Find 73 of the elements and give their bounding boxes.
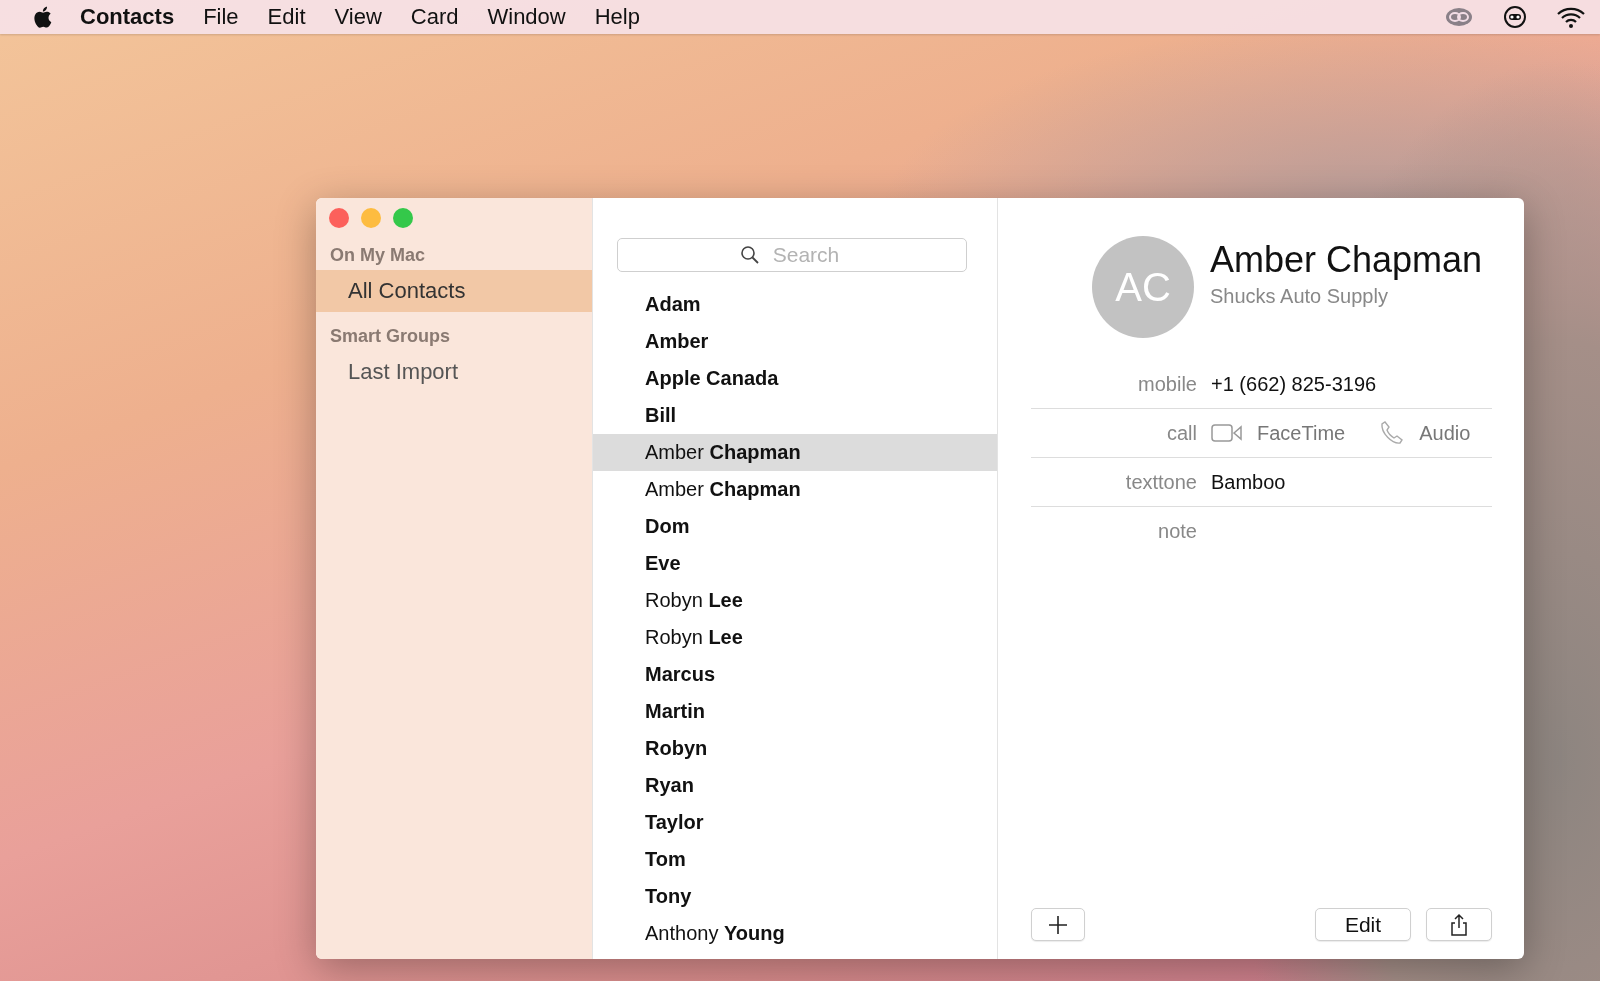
contact-row[interactable]: Amber Chapman <box>593 434 997 471</box>
field-value: Bamboo <box>1211 470 1286 494</box>
sidebar-section-title: On My Mac <box>329 244 427 267</box>
field-value: +1 (662) 825-3196 <box>1211 372 1377 396</box>
contact-row[interactable]: Taylor <box>593 804 997 841</box>
menu-item[interactable]: Edit <box>267 4 306 30</box>
menu-item[interactable]: Card <box>410 4 459 30</box>
contact-name: Bill <box>645 404 677 427</box>
company-name: Shucks Auto Supply <box>1210 284 1389 308</box>
video-camera-icon[interactable] <box>1211 423 1243 443</box>
zoom-button[interactable] <box>393 208 413 228</box>
contact-row[interactable]: Marcus <box>593 656 997 693</box>
contact-name: Tony <box>645 885 692 908</box>
contact-name: Robyn Lee <box>645 626 743 649</box>
phone-icon[interactable] <box>1379 420 1406 446</box>
contact-row[interactable]: Eve <box>593 545 997 582</box>
facetime-link[interactable]: FaceTime <box>1257 421 1346 445</box>
sidebar-item[interactable]: Last Import <box>316 351 592 393</box>
contact-name: Amber <box>645 330 709 353</box>
field-label: note <box>1157 519 1197 543</box>
contact-full-name: Amber Chapman <box>1210 238 1483 281</box>
contact-name: Tom <box>645 848 686 871</box>
contact-row[interactable]: Tony <box>593 878 997 915</box>
contact-name: Anthony Young <box>645 922 785 945</box>
menu-item[interactable]: Window <box>487 4 566 30</box>
cloud-rings-icon[interactable] <box>1444 6 1474 28</box>
contact-row[interactable]: Tom <box>593 841 997 878</box>
plus-icon <box>1048 914 1068 935</box>
contact-row[interactable]: Adam <box>593 286 997 323</box>
contact-name: Dom <box>645 515 690 538</box>
search-field[interactable]: Search <box>617 238 967 272</box>
contact-row[interactable]: Robyn Lee <box>593 619 997 656</box>
audio-link[interactable]: Audio <box>1419 421 1471 445</box>
edit-button[interactable]: Edit <box>1315 908 1411 941</box>
contact-name: Eve <box>645 552 681 575</box>
avatar: AC <box>1092 236 1194 338</box>
contact-name: Marcus <box>645 663 716 686</box>
field-label: texttone <box>1124 470 1197 494</box>
contact-row[interactable]: Apple Canada <box>593 360 997 397</box>
contact-row[interactable]: Amber Chapman <box>593 471 997 508</box>
share-icon <box>1449 912 1469 937</box>
contact-row[interactable]: Anthony Young <box>593 915 997 952</box>
field-label: call <box>1166 421 1197 445</box>
face-icon[interactable] <box>1503 5 1527 29</box>
contact-name: Adam <box>645 293 701 316</box>
contact-name: Taylor <box>645 811 704 834</box>
contact-name: Amber Chapman <box>645 478 801 501</box>
wifi-icon[interactable] <box>1556 5 1586 29</box>
menu-item[interactable]: File <box>203 4 239 30</box>
contact-row[interactable]: Robyn Lee <box>593 582 997 619</box>
menu-item[interactable]: Help <box>594 4 640 30</box>
contact-name: Martin <box>645 700 705 723</box>
contact-row[interactable]: Ryan <box>593 767 997 804</box>
apple-logo-icon[interactable] <box>32 5 52 29</box>
field-label: mobile <box>1137 372 1197 396</box>
contact-name: Amber Chapman <box>645 441 801 464</box>
app-menu[interactable]: Contacts <box>80 4 175 30</box>
contact-row[interactable]: Martin <box>593 693 997 730</box>
menu-item[interactable]: View <box>334 4 382 30</box>
sidebar-section-title: Smart Groups <box>329 325 452 348</box>
contact-name: Robyn Lee <box>645 589 743 612</box>
contact-name: Robyn <box>645 737 708 760</box>
share-button[interactable] <box>1426 908 1492 941</box>
contact-row[interactable]: Bill <box>593 397 997 434</box>
add-button[interactable] <box>1031 908 1085 941</box>
contact-name: Ryan <box>645 774 694 797</box>
contact-name: Apple Canada <box>645 367 779 390</box>
sidebar-item[interactable]: All Contacts <box>316 270 592 312</box>
close-button[interactable] <box>329 208 349 228</box>
search-icon <box>740 245 760 265</box>
contact-row[interactable]: Robyn <box>593 730 997 767</box>
contact-row[interactable]: Dom <box>593 508 997 545</box>
contact-row[interactable]: Amber <box>593 323 997 360</box>
